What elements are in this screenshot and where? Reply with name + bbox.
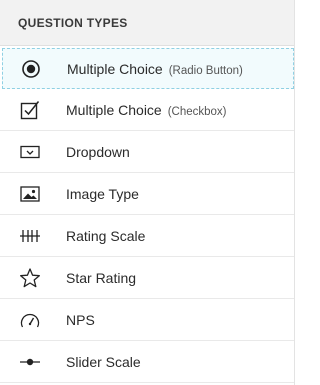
panel-title: QUESTION TYPES: [0, 0, 294, 46]
question-type-nps[interactable]: NPS: [0, 299, 294, 341]
question-type-rating-scale[interactable]: Rating Scale: [0, 215, 294, 257]
star-icon: [19, 267, 41, 289]
dropdown-icon: [19, 141, 41, 163]
question-type-label: NPS: [66, 311, 95, 328]
question-type-sublabel: (Checkbox): [167, 105, 227, 118]
radio-button-icon: [20, 58, 42, 80]
question-type-sublabel: (Radio Button): [168, 64, 243, 77]
rating-scale-icon: [19, 225, 41, 247]
checkbox-icon: [19, 99, 41, 121]
question-type-label: Image Type: [66, 185, 139, 202]
question-type-slider[interactable]: Slider Scale: [0, 341, 294, 383]
image-icon: [19, 183, 41, 205]
question-type-label: Slider Scale: [66, 353, 141, 370]
question-type-dropdown[interactable]: Dropdown: [0, 131, 294, 173]
question-types-panel: QUESTION TYPES Multiple Choice (Radio But…: [0, 0, 295, 385]
question-type-image[interactable]: Image Type: [0, 173, 294, 215]
question-type-label: Dropdown: [66, 143, 130, 160]
question-type-checkbox[interactable]: Multiple Choice (Checkbox): [0, 89, 294, 131]
question-type-label: Star Rating: [66, 269, 137, 286]
gauge-icon: [19, 309, 41, 331]
question-type-label: Multiple Choice (Checkbox): [66, 101, 227, 118]
slider-icon: [19, 351, 41, 373]
question-type-label: Multiple Choice (Radio Button): [67, 60, 243, 77]
question-type-label: Rating Scale: [66, 227, 146, 244]
question-type-star-rating[interactable]: Star Rating: [0, 257, 294, 299]
question-type-list: Multiple Choice (Radio Button) Multiple C…: [0, 48, 294, 383]
question-type-radio[interactable]: Multiple Choice (Radio Button): [2, 48, 294, 89]
